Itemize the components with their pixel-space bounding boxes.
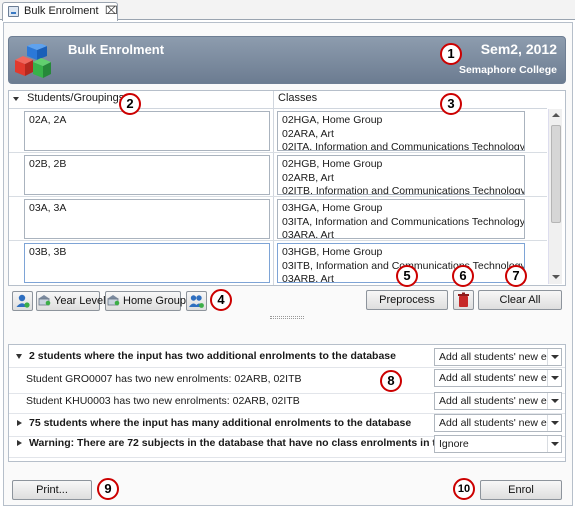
expand-triangle-icon[interactable] <box>16 354 22 359</box>
school-label: Semaphore College <box>458 64 557 76</box>
house-icon <box>107 295 120 306</box>
classes-cell[interactable]: 02HGB, Home Group 02ARB, Art 02ITB, Info… <box>277 155 525 195</box>
row-separator <box>9 240 547 241</box>
column-header-classes[interactable]: Classes <box>278 92 317 104</box>
issue-text: 75 students where the input has many add… <box>29 417 412 429</box>
class-line: 03HGA, Home Group <box>282 202 383 214</box>
scroll-thumb[interactable] <box>551 125 561 223</box>
issue-text: Student GRO0007 has two new enrolments: … <box>26 373 302 385</box>
term-label: Sem2, 2012 <box>480 41 557 57</box>
class-line: 02HGB, Home Group <box>282 158 383 170</box>
class-line: 03ARA, Art <box>282 229 334 239</box>
tab-title: Bulk Enrolment <box>24 5 99 17</box>
header-title: Bulk Enrolment <box>68 42 165 57</box>
scroll-up-icon[interactable] <box>549 109 563 122</box>
chevron-down-icon <box>547 393 561 409</box>
issue-action-dropdown[interactable]: Ignore <box>434 435 562 453</box>
students-cell[interactable]: 02B, 2B <box>24 155 270 195</box>
class-line: 02ITA, Information and Communications Te… <box>282 141 525 151</box>
delete-button[interactable] <box>453 290 474 310</box>
building-icon <box>38 295 51 306</box>
chevron-down-icon <box>547 349 561 365</box>
issue-action-dropdown[interactable]: Add all students' new enrolments <box>434 348 562 366</box>
close-icon[interactable]: ⌧ <box>105 4 118 17</box>
preprocess-button[interactable]: Preprocess <box>366 290 448 310</box>
class-line: 02ARB, Art <box>282 171 334 184</box>
grid-scrollbar[interactable] <box>548 109 562 284</box>
issue-action-dropdown[interactable]: Add all students' new enrolments <box>434 369 562 387</box>
home-group-button[interactable]: Home Group <box>105 291 186 311</box>
dropdown-value: Add all students' new enrolments <box>439 417 547 429</box>
dropdown-value: Ignore <box>439 438 469 450</box>
print-button[interactable]: Print... <box>12 480 92 500</box>
class-line: 02ITB, Information and Communications Te… <box>282 185 525 195</box>
dropdown-value: Add all students' new enrolments <box>439 395 547 407</box>
row-separator <box>9 152 547 153</box>
issue-action-dropdown[interactable]: Add all students' new enrolments <box>434 414 562 432</box>
header-divider <box>9 108 547 109</box>
add-student-button[interactable] <box>12 291 33 311</box>
callout-marker: 5 <box>396 265 418 287</box>
class-line: 02ARA, Art <box>282 127 334 140</box>
issue-text: Student KHU0003 has two new enrolments: … <box>26 395 300 407</box>
group-add-icon <box>189 295 204 308</box>
class-line: 03HGB, Home Group <box>282 246 383 258</box>
cubes-logo-icon <box>15 44 51 78</box>
callout-marker: 2 <box>119 93 141 115</box>
issue-action-dropdown[interactable]: Add all students' new enrolments <box>434 392 562 410</box>
callout-marker: 8 <box>380 370 402 392</box>
callout-marker: 3 <box>440 93 462 115</box>
issue-text: Warning: There are 72 subjects in the da… <box>29 437 480 449</box>
students-cell[interactable]: 02A, 2A <box>24 111 270 151</box>
callout-marker: 1 <box>440 43 462 65</box>
tab-bulk-enrolment[interactable]: Bulk Enrolment ⌧ <box>2 2 118 21</box>
class-line: 03ITA, Information and Communications Te… <box>282 215 525 228</box>
callout-marker: 10 <box>453 478 475 500</box>
document-icon <box>8 6 19 17</box>
clear-all-button[interactable]: Clear All <box>478 290 562 310</box>
students-cell[interactable]: 03A, 3A <box>24 199 270 239</box>
column-divider <box>273 91 274 285</box>
year-level-label: Year Level <box>54 295 106 307</box>
column-header-students[interactable]: Students/Groupings <box>27 92 124 104</box>
chevron-down-icon <box>547 370 561 386</box>
class-line: 02HGA, Home Group <box>282 114 383 126</box>
callout-marker: 6 <box>452 265 474 287</box>
expand-triangle-icon[interactable] <box>17 440 22 446</box>
trash-icon <box>458 292 469 307</box>
row-separator <box>9 196 547 197</box>
scroll-down-icon[interactable] <box>549 271 563 284</box>
callout-marker: 9 <box>97 478 119 500</box>
person-add-icon <box>16 294 30 308</box>
collapse-triangle-icon[interactable] <box>13 97 19 101</box>
dropdown-value: Add all students' new enrolments <box>439 372 547 384</box>
classes-cell[interactable]: 02HGA, Home Group 02ARA, Art 02ITA, Info… <box>277 111 525 151</box>
classes-cell[interactable]: 03HGA, Home Group 03ITA, Information and… <box>277 199 525 239</box>
expand-triangle-icon[interactable] <box>17 420 22 426</box>
enrol-button[interactable]: Enrol <box>480 480 562 500</box>
chevron-down-icon <box>547 415 561 431</box>
home-group-label: Home Group <box>123 295 186 307</box>
add-group-button[interactable] <box>186 291 207 311</box>
callout-marker: 4 <box>210 289 232 311</box>
panel-splitter[interactable] <box>270 316 304 319</box>
callout-marker: 7 <box>505 265 527 287</box>
chevron-down-icon <box>547 436 561 452</box>
dropdown-value: Add all students' new enrolments <box>439 351 547 363</box>
issue-text: 2 students where the input has two addit… <box>29 350 396 362</box>
students-cell[interactable]: 03B, 3B <box>24 243 270 283</box>
year-level-button[interactable]: Year Level <box>36 291 106 311</box>
